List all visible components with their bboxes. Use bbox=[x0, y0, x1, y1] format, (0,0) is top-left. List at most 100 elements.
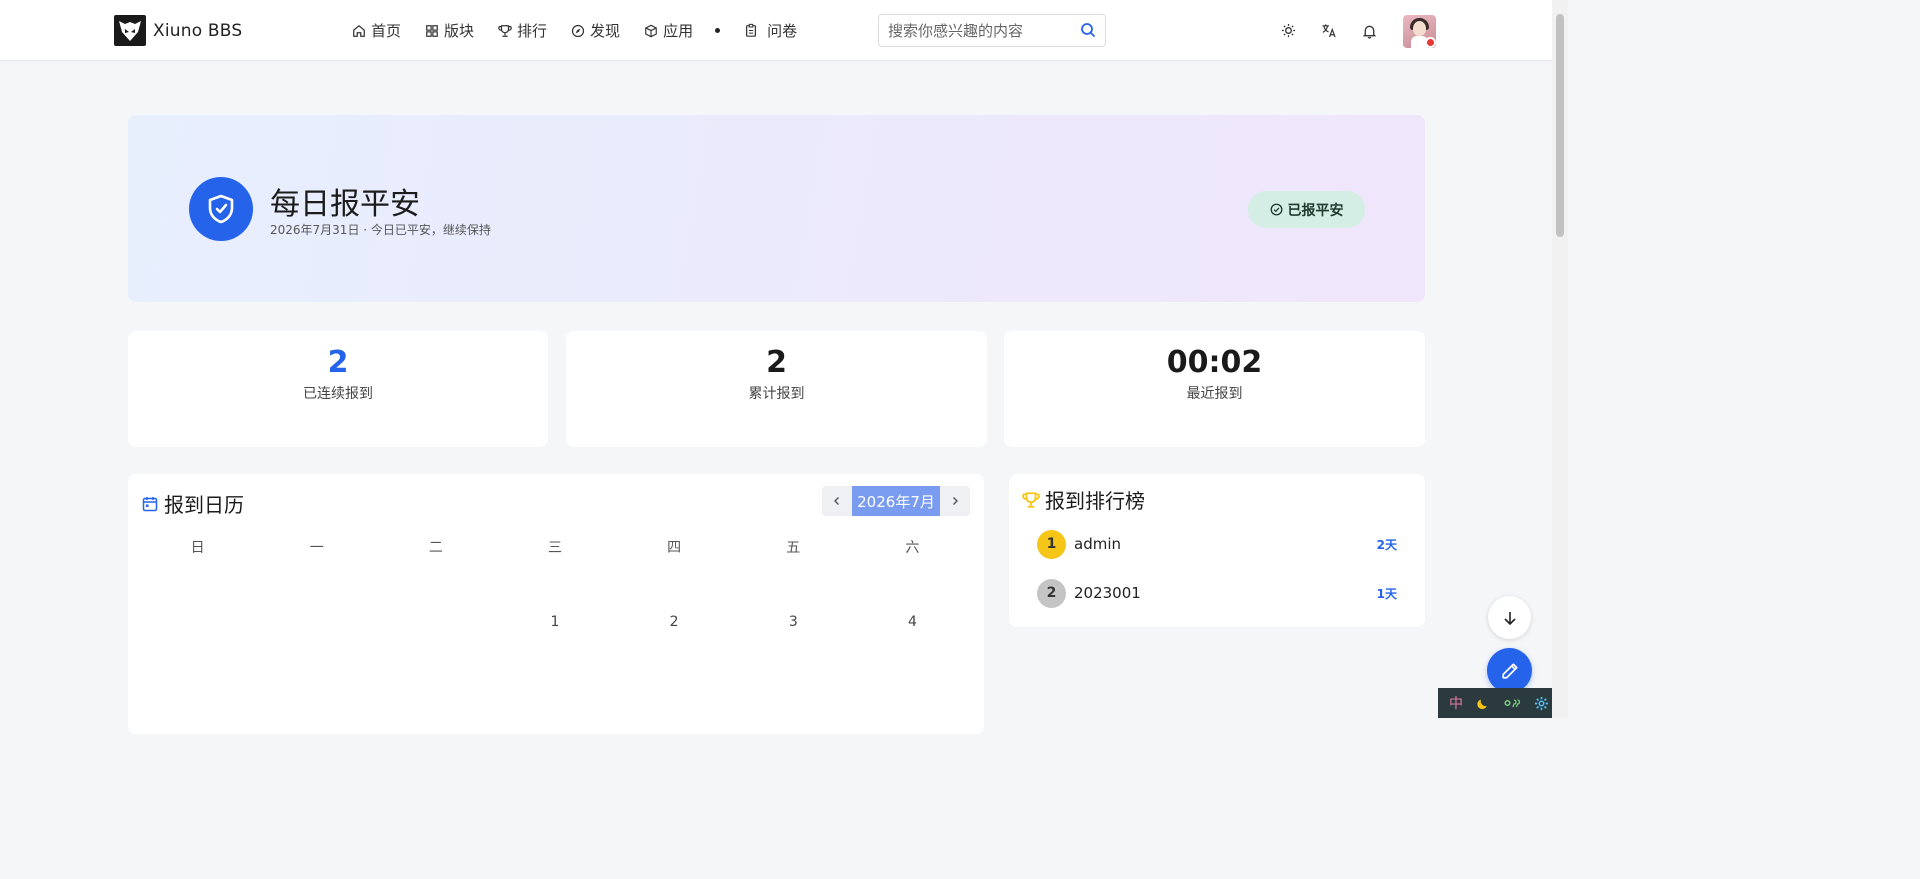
current-month-button[interactable]: 2026年7月 bbox=[852, 486, 940, 516]
moon-icon[interactable] bbox=[1477, 697, 1490, 710]
stat-card-total: 2 累计报到 bbox=[566, 331, 987, 447]
scrollbar-thumb[interactable] bbox=[1556, 14, 1564, 237]
gear-icon[interactable] bbox=[1534, 696, 1549, 711]
stat-label: 最近报到 bbox=[1186, 386, 1243, 402]
check-circle-icon bbox=[1270, 203, 1282, 216]
calendar-day-empty bbox=[376, 614, 495, 630]
notifications-button[interactable] bbox=[1362, 23, 1377, 43]
stat-value: 2 bbox=[327, 345, 349, 380]
top-navbar: Xiuno BBS 首页 版块 排行 发现 应用 问卷 bbox=[0, 0, 1552, 61]
translate-icon bbox=[1322, 24, 1336, 38]
stat-card-latest: 00:02 最近报到 bbox=[1004, 331, 1425, 447]
nav-apps-label: 应用 bbox=[663, 22, 694, 40]
rank-badge: 2 bbox=[1037, 578, 1066, 608]
nav-survey-label: 问卷 bbox=[767, 22, 798, 40]
weekday-label: 日 bbox=[190, 540, 205, 556]
calendar-icon bbox=[142, 496, 158, 511]
search-box bbox=[878, 14, 1106, 47]
page-title: 每日报平安 bbox=[270, 187, 420, 222]
stat-card-streak: 2 已连续报到 bbox=[128, 331, 548, 447]
nav-discover[interactable]: 发现 bbox=[571, 20, 620, 41]
search-button[interactable] bbox=[1080, 22, 1096, 42]
nav-forums[interactable]: 版块 bbox=[425, 20, 474, 41]
rank-badge: 1 bbox=[1037, 529, 1066, 559]
calendar-month-switcher: 2026年7月 bbox=[822, 486, 970, 516]
site-logo[interactable]: Xiuno BBS bbox=[114, 15, 242, 46]
leaderboard-title: 报到排行榜 bbox=[1022, 485, 1145, 514]
nav-forums-label: 版块 bbox=[444, 22, 475, 40]
shield-check-icon bbox=[189, 177, 253, 241]
stat-value: 00:02 bbox=[1166, 345, 1263, 380]
logo-icon bbox=[114, 15, 146, 46]
stat-label: 累计报到 bbox=[748, 386, 805, 402]
nav-apps[interactable]: 应用 bbox=[644, 20, 693, 41]
home-icon bbox=[353, 24, 365, 37]
stat-label: 已连续报到 bbox=[303, 386, 373, 402]
bell-icon bbox=[1362, 25, 1377, 39]
calendar-day-empty bbox=[257, 614, 376, 630]
leaderboard-title-label: 报到排行榜 bbox=[1045, 489, 1145, 513]
main-nav: 首页 版块 排行 发现 应用 问卷 bbox=[352, 20, 821, 41]
nav-ranking-label: 排行 bbox=[517, 22, 548, 40]
prev-month-button[interactable] bbox=[822, 486, 852, 516]
nav-ranking[interactable]: 排行 bbox=[498, 20, 547, 41]
scroll-to-bottom-button[interactable] bbox=[1488, 596, 1531, 639]
language-button[interactable] bbox=[1321, 23, 1337, 42]
calendar-day[interactable]: 1 bbox=[495, 614, 614, 630]
weekday-label: 四 bbox=[667, 540, 682, 556]
rank-username: 2023001 bbox=[1074, 584, 1141, 602]
checkin-leaderboard: 报到排行榜 1 admin 2天 2 2023001 1天 bbox=[1009, 474, 1425, 627]
clipboard-icon bbox=[746, 23, 757, 37]
calendar-weekday-header: 日 一 二 三 四 五 六 bbox=[138, 537, 972, 557]
weekday-label: 六 bbox=[905, 540, 920, 556]
site-name: Xiuno BBS bbox=[153, 20, 243, 41]
grid-icon bbox=[426, 24, 438, 37]
arrow-down-icon bbox=[1503, 611, 1516, 625]
calendar-day[interactable]: 4 bbox=[853, 614, 972, 630]
trophy-icon bbox=[1022, 491, 1040, 508]
page-scrollbar[interactable] bbox=[1552, 0, 1568, 718]
box-icon bbox=[645, 24, 657, 37]
calendar-day-empty bbox=[138, 614, 257, 630]
weekday-label: 一 bbox=[309, 540, 324, 556]
page-subtitle: 2026年7月31日 · 今日已平安，继续保持 bbox=[270, 223, 491, 237]
calendar-week-row: 1 2 3 4 bbox=[138, 614, 972, 630]
ime-toolbar: 中 bbox=[1438, 688, 1560, 718]
sun-icon bbox=[1281, 23, 1296, 38]
weekday-label: 二 bbox=[428, 540, 443, 556]
nav-separator-dot bbox=[715, 28, 721, 33]
calendar-day[interactable]: 3 bbox=[734, 614, 853, 630]
chevron-right-icon bbox=[953, 497, 958, 505]
rank-username: admin bbox=[1074, 535, 1121, 553]
new-post-button[interactable] bbox=[1487, 648, 1532, 693]
nav-discover-label: 发现 bbox=[590, 22, 621, 40]
stat-value: 2 bbox=[766, 345, 787, 380]
theme-toggle-button[interactable] bbox=[1281, 23, 1296, 42]
nav-home[interactable]: 首页 bbox=[352, 20, 401, 41]
avatar-status-badge bbox=[1425, 37, 1436, 48]
compass-icon bbox=[571, 24, 585, 37]
leaderboard-row[interactable]: 2 2023001 1天 bbox=[1037, 578, 1397, 608]
checkin-hero-banner: 每日报平安 2026年7月31日 · 今日已平安，继续保持 已报平安 bbox=[128, 115, 1425, 302]
leaderboard-row[interactable]: 1 admin 2天 bbox=[1037, 529, 1397, 559]
checked-in-badge-label: 已报平安 bbox=[1287, 202, 1344, 219]
punctuation-icon[interactable] bbox=[1504, 697, 1520, 709]
next-month-button[interactable] bbox=[940, 486, 970, 516]
nav-survey[interactable]: 问卷 bbox=[744, 20, 797, 41]
search-input[interactable] bbox=[888, 21, 1078, 40]
rank-days: 2天 bbox=[1376, 537, 1397, 552]
weekday-label: 五 bbox=[786, 540, 801, 556]
weekday-label: 三 bbox=[547, 540, 562, 556]
pencil-icon bbox=[1501, 662, 1518, 679]
checked-in-badge[interactable]: 已报平安 bbox=[1248, 191, 1365, 228]
ime-language-toggle[interactable]: 中 bbox=[1449, 693, 1463, 713]
nav-home-label: 首页 bbox=[371, 22, 402, 40]
rank-days: 1天 bbox=[1376, 586, 1397, 601]
search-icon bbox=[1081, 23, 1096, 38]
calendar-title-label: 报到日历 bbox=[164, 493, 244, 517]
calendar-title: 报到日历 bbox=[142, 489, 244, 518]
chevron-left-icon bbox=[834, 497, 839, 505]
calendar-day[interactable]: 2 bbox=[615, 614, 734, 630]
checkin-calendar: 报到日历 2026年7月 日 一 二 三 四 五 六 1 2 3 4 bbox=[128, 474, 984, 734]
trophy-icon bbox=[498, 24, 512, 37]
